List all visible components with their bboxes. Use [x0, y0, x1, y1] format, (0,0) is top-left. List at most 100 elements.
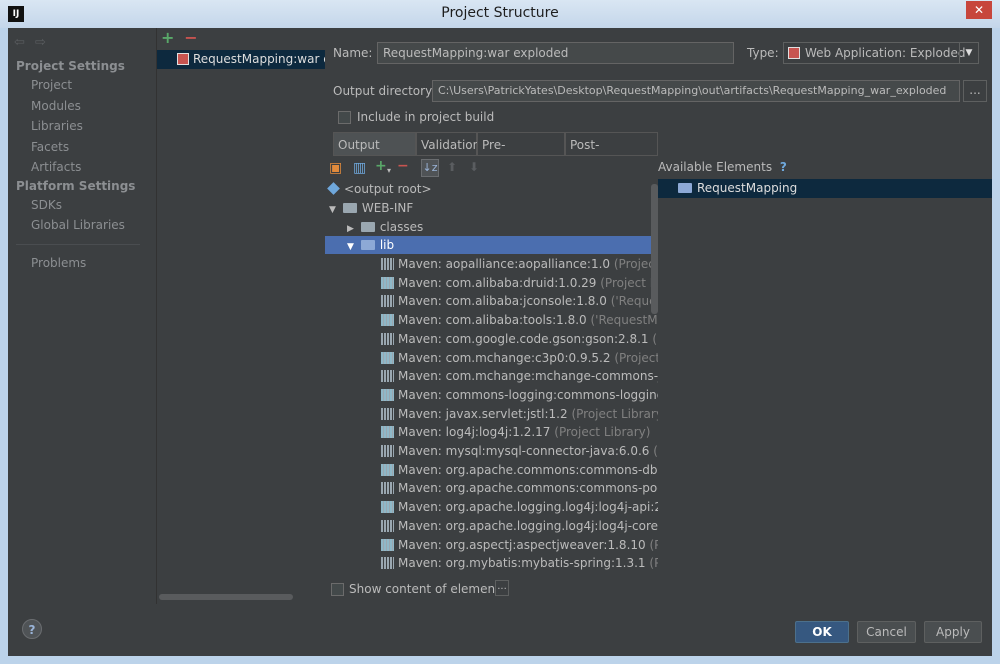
tree-node-library[interactable]: Maven: com.alibaba:jconsole:1.8.0 ('Requ…	[325, 292, 658, 310]
tree-node-library[interactable]: Maven: com.mchange:c3p0:0.9.5.2 (Project…	[325, 349, 658, 367]
tree-node-label: lib	[379, 238, 395, 252]
library-scope: ('RequestMapping'	[590, 313, 658, 328]
remove-artifact-icon[interactable]: −	[184, 28, 197, 47]
expanded-arrow-icon[interactable]: ▼	[347, 238, 357, 256]
library-scope: (Project Library)	[600, 275, 658, 290]
nav-item-problems[interactable]: Problems	[31, 256, 86, 270]
library-scope: (Project L	[649, 556, 658, 571]
add-artifact-icon[interactable]: +	[161, 28, 174, 47]
tab-validation[interactable]: Validation	[416, 132, 480, 156]
tree-node-web-inf[interactable]: ▼ WEB-INF	[325, 199, 658, 217]
tree-node-library[interactable]: Maven: javax.servlet:jstl:1.2 (Project L…	[325, 405, 658, 423]
library-name: Maven: aopalliance:aopalliance:1.0	[398, 257, 611, 271]
tree-node-library[interactable]: Maven: com.mchange:mchange-commons-java:…	[325, 367, 658, 385]
ok-button[interactable]: OK	[795, 621, 849, 643]
tree-node-library[interactable]: Maven: mysql:mysql-connector-java:6.0.6 …	[325, 442, 658, 460]
tree-node-library[interactable]: Maven: aopalliance:aopalliance:1.0 (Proj…	[325, 255, 658, 273]
output-directory-input[interactable]: C:\Users\PatrickYates\Desktop\RequestMap…	[432, 80, 960, 102]
library-name: Maven: com.mchange:mchange-commons-java:…	[398, 369, 658, 384]
tree-node-library[interactable]: Maven: org.apache.logging.log4j:log4j-ap…	[325, 498, 658, 516]
tab-post-processing[interactable]: Post-processing	[565, 132, 658, 176]
tree-node-output-root[interactable]: <output root>	[325, 180, 658, 198]
tree-node-library[interactable]: Maven: org.apache.logging.log4j:log4j-co…	[325, 517, 658, 535]
nav-item-facets[interactable]: Facets	[31, 140, 69, 154]
move-down-icon[interactable]: ⬇	[469, 160, 479, 174]
tree-node-label: <output root>	[344, 182, 432, 196]
move-up-icon[interactable]: ⬆	[447, 160, 457, 174]
apply-button[interactable]: Apply	[924, 621, 982, 643]
library-icon	[381, 370, 394, 383]
tree-node-library[interactable]: Maven: com.google.code.gson:gson:2.8.1 (…	[325, 330, 658, 348]
close-icon[interactable]: ✕	[966, 1, 992, 19]
library-name: Maven: org.mybatis:mybatis-spring:1.3.1	[398, 556, 646, 571]
nav-item-sdks[interactable]: SDKs	[31, 198, 62, 212]
tree-vertical-scrollbar[interactable]	[651, 184, 658, 314]
show-content-options-button[interactable]: ...	[495, 580, 509, 596]
tree-node-library[interactable]: Maven: org.mybatis:mybatis-spring:1.3.1 …	[325, 554, 658, 572]
project-structure-dialog: IJ Project Structure ✕ ⇦ ⇨ Project Setti…	[0, 0, 1000, 664]
tree-node-library[interactable]: Maven: log4j:log4j:1.2.17 (Project Libra…	[325, 423, 658, 441]
web-artifact-icon	[177, 53, 189, 65]
tab-output-layout[interactable]: Output Layout	[333, 132, 416, 176]
show-content-checkbox[interactable]	[331, 583, 344, 596]
library-name: Maven: com.alibaba:jconsole:1.8.0	[398, 294, 607, 309]
library-icon	[381, 351, 394, 364]
tree-node-library[interactable]: Maven: org.aspectj:aspectjweaver:1.8.10 …	[325, 536, 658, 554]
type-select[interactable]: Web Application: Exploded ▼	[783, 42, 979, 64]
artifacts-horizontal-scrollbar[interactable]	[159, 594, 293, 600]
forward-arrow-icon[interactable]: ⇨	[35, 35, 46, 50]
nav-item-global-libraries[interactable]: Global Libraries	[31, 218, 125, 232]
library-icon	[381, 388, 394, 401]
artifact-item[interactable]: RequestMapping:war exploded	[157, 50, 325, 69]
name-input[interactable]: RequestMapping:war exploded	[377, 42, 734, 64]
window-title: Project Structure	[441, 5, 559, 21]
tree-node-classes[interactable]: ▶ classes	[325, 218, 658, 236]
library-icon	[381, 538, 394, 551]
expanded-arrow-icon[interactable]: ▼	[329, 201, 339, 219]
tree-node-library[interactable]: Maven: com.alibaba:tools:1.8.0 ('Request…	[325, 311, 658, 329]
output-layout-panel: ▣ ▥ + ▾ − ↓z ⬆ ⬇ <output root> ▼ WEB-INF…	[325, 158, 658, 596]
remove-element-icon[interactable]: −	[397, 158, 409, 174]
tree-node-lib[interactable]: ▼ lib	[325, 236, 658, 254]
library-icon	[381, 407, 394, 420]
add-element-icon[interactable]: +	[375, 158, 387, 174]
add-dropdown-icon[interactable]: ▾	[387, 166, 391, 175]
library-name: Maven: org.apache.logging.log4j:log4j-ap…	[398, 500, 658, 515]
library-scope: (Project L	[649, 537, 658, 552]
chevron-down-icon[interactable]: ▼	[959, 43, 978, 63]
library-name: Maven: log4j:log4j:1.2.17	[398, 425, 551, 440]
library-scope: (Project Library)	[571, 406, 658, 421]
tree-node-label: WEB-INF	[361, 201, 414, 215]
tree-node-library[interactable]: Maven: org.apache.commons:commons-dbcp2:…	[325, 461, 658, 479]
help-icon[interactable]: ?	[780, 160, 787, 174]
tree-node-library[interactable]: Maven: commons-logging:commons-logging:1…	[325, 386, 658, 404]
include-in-build-checkbox[interactable]	[338, 111, 351, 124]
tree-node-library[interactable]: Maven: com.alibaba:druid:1.0.29 (Project…	[325, 274, 658, 292]
create-archive-icon[interactable]: ▥	[353, 160, 366, 176]
nav-item-modules[interactable]: Modules	[31, 99, 81, 113]
help-button[interactable]: ?	[22, 619, 42, 639]
library-name: Maven: commons-logging:commons-logging:1…	[398, 387, 658, 402]
library-icon	[381, 332, 394, 345]
folder-icon	[360, 222, 375, 232]
nav-item-libraries[interactable]: Libraries	[31, 119, 83, 133]
include-in-build-label: Include in project build	[357, 110, 495, 124]
cancel-button[interactable]: Cancel	[857, 621, 916, 643]
nav-item-artifacts[interactable]: Artifacts	[31, 160, 81, 174]
back-arrow-icon[interactable]: ⇦	[14, 35, 25, 50]
tree-node-library[interactable]: Maven: org.apache.commons:commons-pool2:…	[325, 479, 658, 497]
browse-button[interactable]: ...	[963, 80, 987, 102]
create-directory-icon[interactable]: ▣	[329, 160, 342, 176]
web-app-icon	[788, 47, 800, 59]
library-name: Maven: org.aspectj:aspectjweaver:1.8.10	[398, 537, 646, 552]
library-name: Maven: com.mchange:c3p0:0.9.5.2	[398, 350, 611, 365]
folder-icon	[360, 240, 375, 250]
library-name: Maven: javax.servlet:jstl:1.2	[398, 406, 568, 421]
output-layout-tree[interactable]: <output root> ▼ WEB-INF ▶ classes ▼ lib …	[325, 180, 658, 574]
available-element-item[interactable]: RequestMapping	[658, 179, 992, 198]
nav-item-project[interactable]: Project	[31, 78, 72, 92]
library-icon	[381, 482, 394, 495]
sort-elements-icon[interactable]: ↓z	[421, 159, 439, 177]
library-name: Maven: com.alibaba:tools:1.8.0	[398, 313, 587, 328]
tab-pre-processing[interactable]: Pre-processing	[477, 132, 565, 176]
